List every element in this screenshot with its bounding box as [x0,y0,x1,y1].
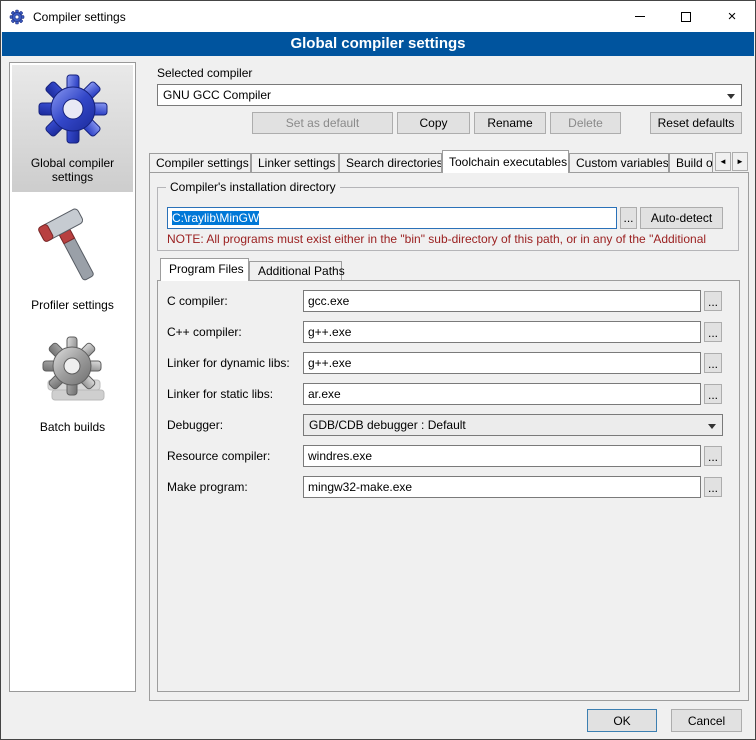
set-as-default-button[interactable]: Set as default [252,112,393,134]
subtab-additional-paths[interactable]: Additional Paths [249,261,342,280]
make-program-input[interactable] [303,476,701,498]
linker-static-label: Linker for static libs: [167,383,273,405]
debugger-select[interactable]: GDB/CDB debugger : Default [303,414,723,436]
subtab-program-files[interactable]: Program Files [160,258,249,281]
chevron-down-icon [708,424,716,429]
delete-button[interactable]: Delete [550,112,621,134]
linker-dynamic-input[interactable] [303,352,701,374]
blue-gear-icon [36,72,110,146]
installation-directory-input[interactable]: C:\raylib\MinGW [167,207,617,229]
sidebar-item-global-compiler-settings[interactable]: Global compiler settings [12,65,133,192]
tab-scroll-left-button[interactable]: ◄ [715,152,731,171]
compiler-select-value: GNU GCC Compiler [163,88,271,102]
debugger-select-value: GDB/CDB debugger : Default [309,418,466,432]
minimize-button[interactable] [617,1,663,32]
window-controls: × [617,1,755,32]
c-compiler-browse-button[interactable]: ... [704,291,722,311]
linker-dynamic-label: Linker for dynamic libs: [167,352,290,374]
reset-defaults-button[interactable]: Reset defaults [650,112,742,134]
debugger-label: Debugger: [167,414,223,436]
linker-dynamic-browse-button[interactable]: ... [704,353,722,373]
tab-build-options[interactable]: Build options [669,153,713,173]
sidebar-item-label: Profiler settings [14,298,131,312]
sidebar-item-batch-builds[interactable]: Batch builds [12,329,133,442]
maximize-icon [681,12,691,22]
make-program-browse-button[interactable]: ... [704,477,722,497]
cancel-button[interactable]: Cancel [671,709,742,732]
make-program-label: Make program: [167,476,248,498]
browse-directory-button[interactable]: ... [620,207,637,229]
gray-gear-stack-icon [36,336,110,410]
tab-linker-settings[interactable]: Linker settings [251,153,339,173]
copy-button[interactable]: Copy [397,112,470,134]
c-compiler-input[interactable] [303,290,701,312]
tab-scroll-right-button[interactable]: ► [732,152,748,171]
bin-subdirectory-note: NOTE: All programs must exist either in … [167,232,739,246]
tab-custom-variables[interactable]: Custom variables [569,153,669,173]
resource-compiler-label: Resource compiler: [167,445,270,467]
auto-detect-button[interactable]: Auto-detect [640,207,723,229]
ok-button[interactable]: OK [587,709,657,732]
resource-compiler-browse-button[interactable]: ... [704,446,722,466]
chevron-down-icon [727,94,735,99]
tab-toolchain-executables[interactable]: Toolchain executables [442,150,569,173]
cpp-compiler-input[interactable] [303,321,701,343]
close-button[interactable]: × [709,1,755,32]
dialog-header: Global compiler settings [2,32,754,56]
window-icon [9,9,25,25]
cpp-compiler-label: C++ compiler: [167,321,242,343]
cpp-compiler-browse-button[interactable]: ... [704,322,722,342]
c-compiler-label: C compiler: [167,290,228,312]
selected-path-text: C:\raylib\MinGW [172,211,259,225]
rename-button[interactable]: Rename [474,112,546,134]
selected-compiler-label: Selected compiler [157,62,252,84]
settings-sidebar: Global compiler settings Profiler settin… [9,62,136,692]
window-title: Compiler settings [33,10,126,24]
compiler-settings-dialog: Compiler settings × Global compiler sett… [0,0,756,740]
tab-compiler-settings[interactable]: Compiler settings [149,153,251,173]
profiler-tool-icon [38,208,108,288]
tab-search-directories[interactable]: Search directories [339,153,442,173]
minimize-icon [635,16,645,17]
close-icon: × [728,9,737,24]
compiler-select[interactable]: GNU GCC Compiler [157,84,742,106]
maximize-button[interactable] [663,1,709,32]
titlebar: Compiler settings × [1,1,755,32]
sidebar-item-profiler-settings[interactable]: Profiler settings [12,201,133,320]
linker-static-input[interactable] [303,383,701,405]
sidebar-item-label: Global compiler settings [14,156,131,184]
resource-compiler-input[interactable] [303,445,701,467]
linker-static-browse-button[interactable]: ... [704,384,722,404]
installation-directory-legend: Compiler's installation directory [166,180,340,194]
sidebar-item-label: Batch builds [14,420,131,434]
